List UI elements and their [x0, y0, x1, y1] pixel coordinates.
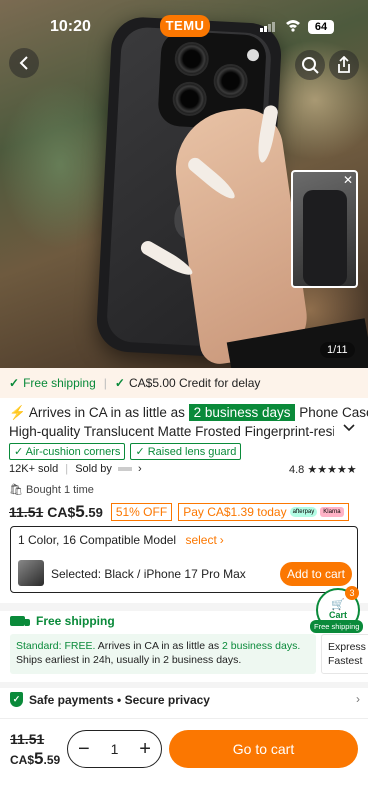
shield-icon: ✓ — [10, 692, 23, 707]
variant-thumbnail[interactable] — [18, 560, 44, 586]
chevron-left-icon — [19, 56, 28, 70]
clock: 10:20 — [50, 18, 91, 35]
afterpay-logo: afterpay — [289, 507, 318, 517]
selected-variant: Selected: Black / iPhone 17 Pro Max — [51, 567, 246, 581]
go-to-cart-button[interactable]: Go to cart — [169, 730, 358, 768]
signal-icon — [260, 22, 275, 32]
feature-tag: ✓ Air-cushion corners — [9, 443, 126, 460]
share-icon — [338, 56, 350, 73]
original-price: 11.51 — [9, 504, 44, 520]
check-icon: ✓ — [9, 376, 20, 390]
rating[interactable]: 4.8 ★★★★★ — [289, 463, 357, 476]
check-icon: ✓ — [114, 376, 125, 390]
search-icon — [302, 57, 319, 74]
price-int: 5 — [75, 502, 85, 521]
variant-summary[interactable]: 1 Color, 16 Compatible Model select › — [18, 533, 224, 547]
safe-payments-row[interactable]: ✓ Safe payments • Secure privacy › — [10, 692, 360, 707]
battery-icon: 64 — [308, 20, 334, 34]
select-link[interactable]: select — [185, 533, 216, 547]
product-title-start: Phone Case: — [299, 405, 368, 420]
klarna-logo: Klarna — [320, 507, 344, 517]
arrival-days-badge: 2 business days — [188, 404, 296, 421]
sold-by-label[interactable]: Sold by — [75, 463, 112, 475]
section-divider — [0, 682, 368, 688]
seller-logo — [117, 467, 132, 472]
add-to-cart-button[interactable]: Add to cart — [279, 562, 352, 586]
chevron-right-icon: › — [356, 692, 360, 706]
express-shipping-card[interactable]: Express Fastest — [321, 634, 368, 674]
chevron-right-icon: › — [219, 533, 224, 547]
status-bar: 10:20 TEMU 64 — [0, 15, 368, 38]
product-title[interactable]: High-quality Translucent Matte Frosted F… — [9, 424, 334, 439]
currency: CA$ — [47, 504, 76, 520]
minus-button[interactable]: − — [78, 738, 90, 761]
bought-info: 🛍 Bought 1 time — [9, 484, 94, 496]
video-thumbnail[interactable]: ✕ — [291, 170, 358, 288]
back-button[interactable] — [9, 48, 39, 78]
section-divider — [0, 603, 368, 611]
free-shipping-pill: Free shipping — [310, 620, 364, 633]
price-dec: .59 — [84, 504, 103, 520]
plus-button[interactable]: + — [139, 738, 151, 761]
truck-icon — [10, 616, 30, 626]
pay-today-badge[interactable]: Pay CA$1.39 today afterpay Klarna — [178, 503, 349, 521]
star-icons: ★★★★★ — [307, 464, 357, 476]
bag-icon: 🛍 — [9, 484, 23, 496]
free-shipping-text: Free shipping — [23, 376, 96, 390]
arrival-prefix: Arrives in CA in as little as — [28, 405, 185, 420]
divider: | — [103, 376, 107, 390]
arrival-line: ⚡ Arrives in CA in as little as 2 busine… — [9, 404, 368, 421]
standard-shipping-card[interactable]: Standard: FREE. Arrives in CA in as litt… — [10, 634, 316, 674]
close-icon[interactable]: ✕ — [343, 173, 353, 187]
discount-badge: 51% OFF — [110, 503, 173, 521]
chevron-down-icon[interactable] — [343, 424, 355, 432]
bottom-bar: 11.51 CA$5.59 − 1 + Go to cart — [0, 718, 368, 800]
price-row: 11.51 CA$ 5.59 51% OFF Pay CA$1.39 today … — [9, 502, 349, 522]
bottom-current-price: CA$5.59 — [10, 749, 61, 768]
feature-tags: ✓ Air-cushion corners ✓ Raised lens guar… — [9, 443, 242, 460]
shipping-banner[interactable]: ✓ Free shipping | ✓ CA$5.00 Credit for d… — [0, 368, 368, 398]
feature-tag: ✓ Raised lens guard — [130, 443, 242, 460]
bolt-icon: ⚡ — [9, 405, 26, 420]
image-counter: 1/11 — [320, 342, 355, 358]
sold-count: 12K+ sold — [9, 463, 59, 475]
cart-count-badge: 3 — [345, 586, 359, 600]
variant-selector[interactable]: 1 Color, 16 Compatible Model select › Sel… — [10, 526, 358, 593]
brand-logo: TEMU — [160, 15, 210, 37]
wifi-icon — [286, 20, 300, 32]
quantity-stepper[interactable]: − 1 + — [67, 730, 162, 768]
sales-row: 12K+ sold | Sold by › 4.8 ★★★★★ — [9, 463, 357, 476]
share-button[interactable] — [329, 50, 359, 80]
bottom-original-price: 11.51 — [10, 731, 45, 747]
chevron-right-icon[interactable]: › — [138, 463, 142, 475]
credit-text: CA$5.00 Credit for delay — [128, 376, 261, 390]
search-button[interactable] — [295, 50, 325, 80]
shipping-title: Free shipping — [10, 614, 115, 628]
product-image[interactable]: 10:20 TEMU 64 ✕ 1/11 — [0, 0, 368, 368]
quantity-value: 1 — [110, 741, 119, 757]
